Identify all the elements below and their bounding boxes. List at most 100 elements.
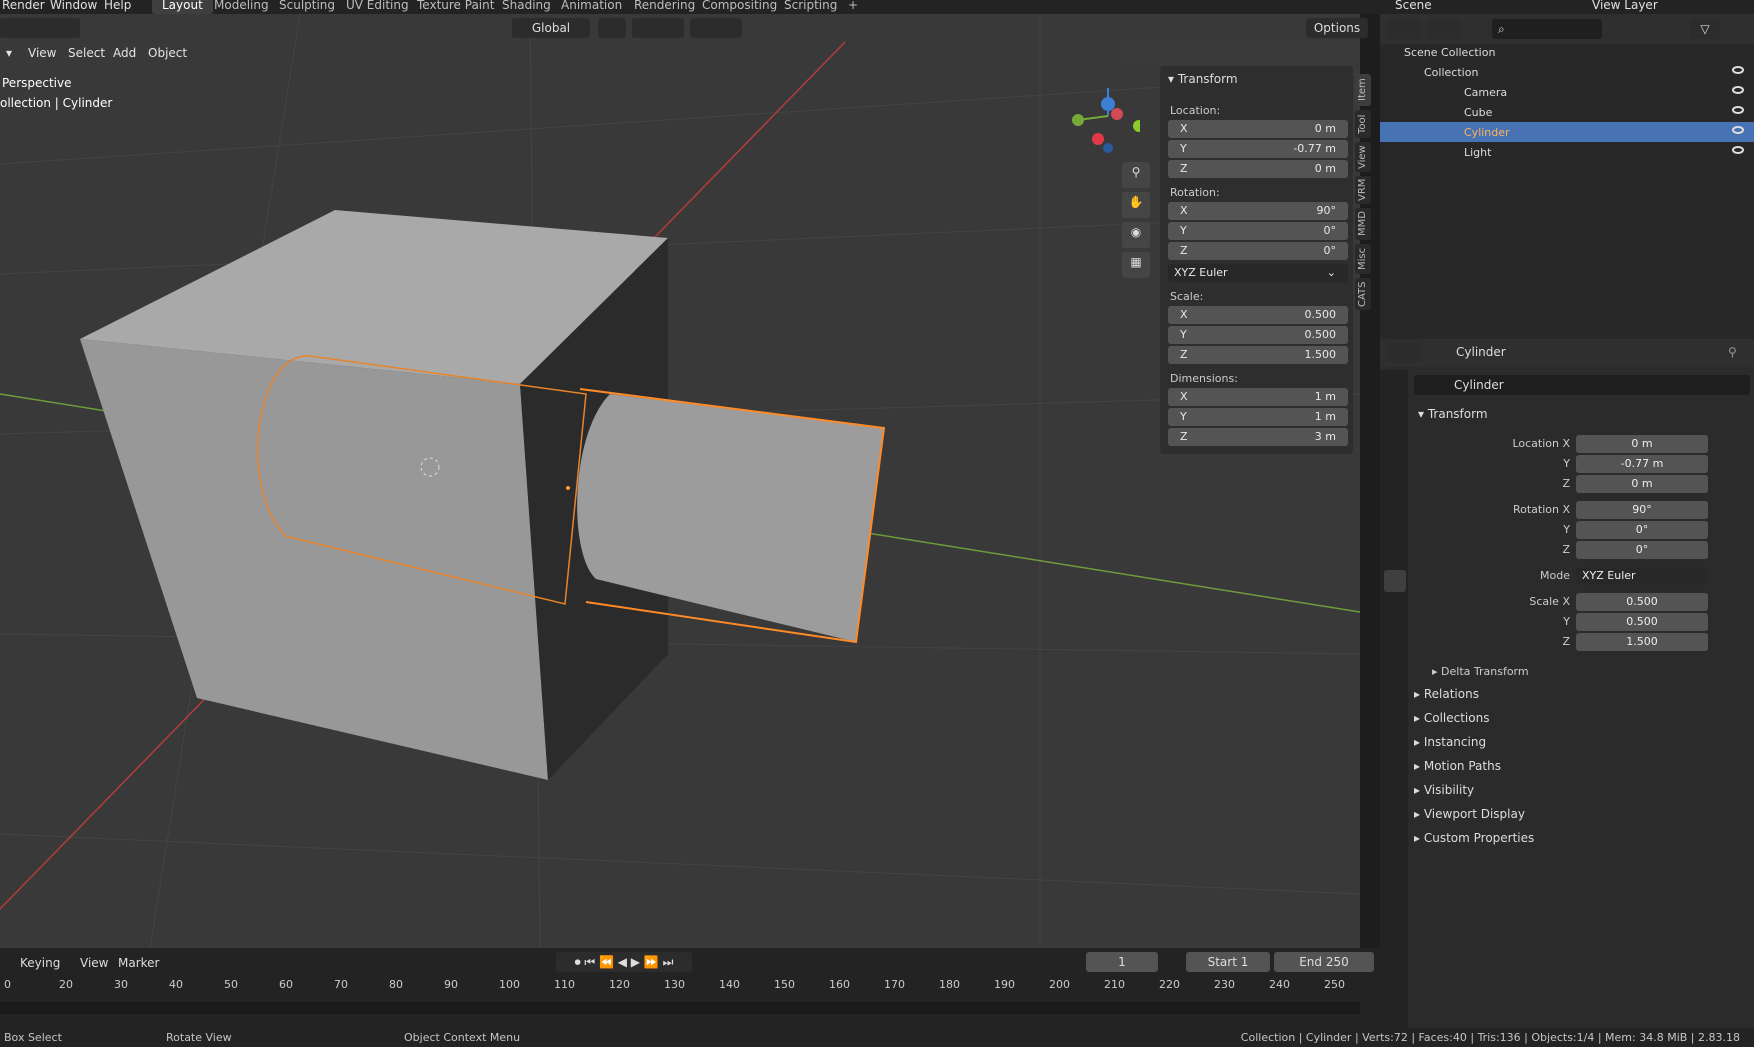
rotation-mode-dropdown[interactable]: XYZ Euler ⌄: [1168, 264, 1348, 282]
navigation-gizmo[interactable]: [1060, 74, 1145, 164]
current-frame-field[interactable]: 1: [1086, 952, 1158, 972]
prop-scale-z-field[interactable]: 1.500: [1576, 633, 1708, 651]
menu-timeline-view[interactable]: View: [80, 956, 108, 970]
tab-vrm[interactable]: VRM: [1355, 176, 1371, 204]
prop-rotation-z-field[interactable]: 0°: [1576, 541, 1708, 559]
eye-icon[interactable]: [1732, 86, 1744, 94]
prop-rotation-y-field[interactable]: 0°: [1576, 521, 1708, 539]
menu-window[interactable]: Window: [50, 0, 97, 12]
prop-scale-y-field[interactable]: 0.500: [1576, 613, 1708, 631]
prop-location-y-field[interactable]: -0.77 m: [1576, 455, 1708, 473]
section-collections[interactable]: ▸ Collections: [1414, 711, 1489, 725]
tab-mmd[interactable]: MMD: [1355, 208, 1371, 240]
tab-tool[interactable]: Tool: [1355, 110, 1371, 138]
section-viewport-display[interactable]: ▸ Viewport Display: [1414, 807, 1525, 821]
eye-icon[interactable]: [1732, 126, 1744, 134]
pin-icon[interactable]: ⚲: [1728, 345, 1737, 359]
start-frame-field[interactable]: Start 1: [1186, 952, 1270, 972]
section-relations[interactable]: ▸ Relations: [1414, 687, 1479, 701]
prop-location-z-field[interactable]: 0 m: [1576, 475, 1708, 493]
section-custom-properties[interactable]: ▸ Custom Properties: [1414, 831, 1534, 845]
rotation-mode-dropdown[interactable]: XYZ Euler: [1576, 567, 1708, 585]
eye-icon[interactable]: [1732, 146, 1744, 154]
pan-hand-icon[interactable]: ✋: [1122, 192, 1150, 218]
frame-tick: 200: [1049, 978, 1070, 991]
dimensions-y-field[interactable]: Y 1 m: [1168, 408, 1348, 426]
scene-collection-label[interactable]: Scene Collection: [1404, 46, 1495, 59]
menu-marker[interactable]: Marker: [118, 956, 159, 970]
tab-scripting[interactable]: Scripting: [774, 0, 847, 14]
location-y-field[interactable]: Y -0.77 m: [1168, 140, 1348, 158]
select-mode-buttons[interactable]: [0, 18, 80, 38]
frame-ruler[interactable]: 0 20 30 40 50 60 70 80 90 100 110 120 130 140 150 160 17…: [0, 978, 1360, 994]
rotation-x-field[interactable]: X 90°: [1168, 202, 1348, 220]
viewport-shading-buttons[interactable]: [1120, 44, 1360, 64]
scale-x-field[interactable]: X 0.500: [1168, 306, 1348, 324]
editor-type-icon[interactable]: [1388, 19, 1420, 39]
tab-compositing[interactable]: Compositing: [692, 0, 787, 14]
section-visibility[interactable]: ▸ Visibility: [1414, 783, 1474, 797]
scale-y-field[interactable]: Y 0.500: [1168, 326, 1348, 344]
tab-modeling[interactable]: Modeling: [204, 0, 279, 14]
outliner-item-cube[interactable]: Cube: [1464, 106, 1492, 119]
tab-item[interactable]: Item: [1355, 74, 1371, 106]
menu-select[interactable]: Select: [68, 46, 105, 60]
prop-rotation-x-field[interactable]: 90°: [1576, 501, 1708, 519]
filter-icon[interactable]: ▽: [1690, 19, 1720, 39]
outliner-item-cylinder[interactable]: Cylinder: [1464, 126, 1510, 139]
transform-header[interactable]: ▾ Transform: [1168, 72, 1238, 86]
eye-icon[interactable]: [1732, 106, 1744, 114]
end-frame-field[interactable]: End 250: [1274, 952, 1374, 972]
collection-row[interactable]: Collection: [1424, 66, 1478, 79]
orientation-dropdown[interactable]: Global: [512, 18, 590, 38]
zoom-icon[interactable]: ⚲: [1122, 162, 1150, 188]
menu-add[interactable]: Add: [113, 46, 136, 60]
delta-transform-section[interactable]: ▸ Delta Transform: [1432, 665, 1529, 678]
outliner-selected-row[interactable]: [1380, 122, 1754, 142]
transform-section-header[interactable]: ▾ Transform: [1418, 407, 1488, 421]
timeline-track[interactable]: [0, 1002, 1360, 1014]
rotation-y-field[interactable]: Y 0°: [1168, 222, 1348, 240]
scene-name[interactable]: Scene: [1395, 0, 1432, 12]
tab-animation[interactable]: Animation: [551, 0, 632, 14]
prop-scale-x-field[interactable]: 0.500: [1576, 593, 1708, 611]
3d-viewport[interactable]: [0, 14, 1360, 948]
menu-expand-icon[interactable]: ▾: [6, 46, 12, 60]
tab-cats[interactable]: CATS: [1355, 278, 1371, 310]
eye-icon[interactable]: [1732, 66, 1744, 74]
outliner-search-input[interactable]: ⌕: [1492, 19, 1602, 39]
object-datablock-field[interactable]: Cylinder: [1414, 375, 1750, 395]
dimensions-z-field[interactable]: Z 3 m: [1168, 428, 1348, 446]
menu-help[interactable]: Help: [104, 0, 131, 12]
object-properties-tab-icon[interactable]: [1384, 570, 1406, 592]
menu-render[interactable]: Render: [2, 0, 45, 12]
section-motion-paths[interactable]: ▸ Motion Paths: [1414, 759, 1501, 773]
camera-view-icon[interactable]: ◉: [1122, 222, 1150, 248]
grid-view-icon[interactable]: ▦: [1122, 252, 1150, 278]
location-x-field[interactable]: X 0 m: [1168, 120, 1348, 138]
section-instancing[interactable]: ▸ Instancing: [1414, 735, 1486, 749]
snap-icon[interactable]: [632, 18, 684, 38]
scale-z-field[interactable]: Z 1.500: [1168, 346, 1348, 364]
editor-type-icon[interactable]: [1388, 343, 1420, 363]
menu-keying[interactable]: Keying: [20, 956, 60, 970]
rotation-z-field[interactable]: Z 0°: [1168, 242, 1348, 260]
playback-controls[interactable]: ⏺ ⏮ ⏪ ◀ ▶ ⏩ ⏭: [556, 952, 692, 972]
view-layer-name[interactable]: View Layer: [1592, 0, 1658, 12]
dimensions-x-field[interactable]: X 1 m: [1168, 388, 1348, 406]
tab-misc[interactable]: Misc: [1355, 244, 1371, 274]
prop-location-x-field[interactable]: 0 m: [1576, 435, 1708, 453]
menu-view[interactable]: View: [28, 46, 56, 60]
pivot-icon[interactable]: [598, 18, 626, 38]
location-z-field[interactable]: Z 0 m: [1168, 160, 1348, 178]
outliner-item-light[interactable]: Light: [1464, 146, 1491, 159]
tab-texture-paint[interactable]: Texture Paint: [407, 0, 504, 14]
menu-object[interactable]: Object: [148, 46, 187, 60]
add-workspace-button[interactable]: +: [838, 0, 868, 14]
tab-sculpting[interactable]: Sculpting: [269, 0, 345, 14]
proportional-edit-icon[interactable]: [690, 18, 742, 38]
options-dropdown[interactable]: Options: [1306, 18, 1368, 38]
display-mode-icon[interactable]: [1428, 19, 1460, 39]
tab-view[interactable]: View: [1355, 142, 1371, 172]
outliner-item-camera[interactable]: Camera: [1464, 86, 1507, 99]
